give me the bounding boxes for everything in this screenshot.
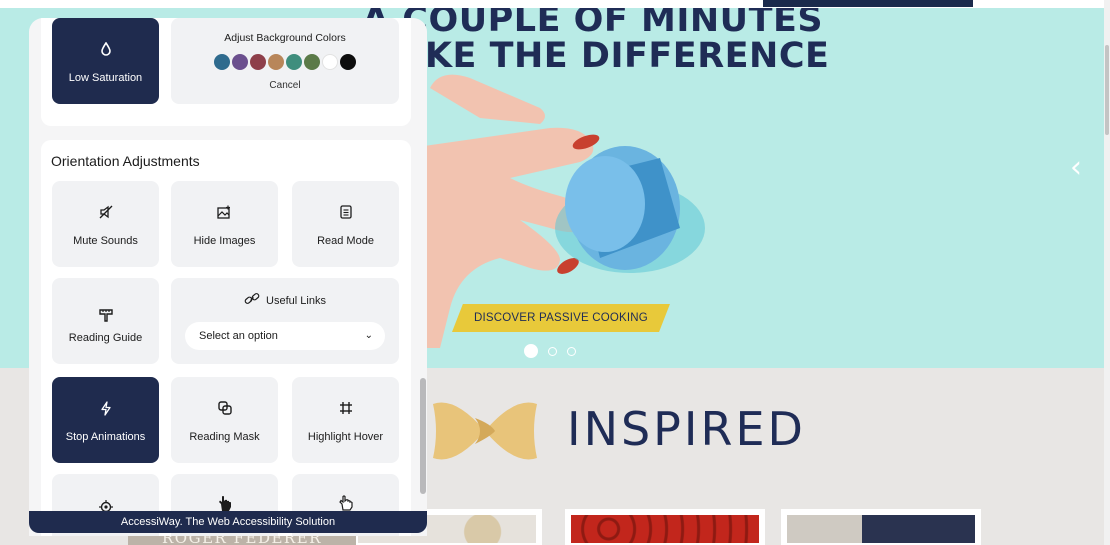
hero-title-line-2: MAKE THE DIFFERENCE: [362, 36, 830, 76]
color-swatch-3[interactable]: [250, 54, 266, 70]
mask-icon: [171, 399, 278, 417]
panel-scrollbar-thumb[interactable]: [420, 378, 426, 494]
chevron-left-icon[interactable]: ‹: [1070, 150, 1082, 185]
color-swatches: [171, 54, 399, 70]
useful-links-tile: Useful Links Select an option ⌄: [171, 278, 399, 364]
hide-images-label: Hide Images: [193, 235, 256, 247]
cancel-button[interactable]: Cancel: [171, 80, 399, 91]
orientation-adjustments-title: Orientation Adjustments: [51, 153, 200, 169]
header-bar: [763, 0, 973, 7]
link-icon: [244, 292, 260, 309]
image-off-icon: [171, 203, 278, 221]
color-swatch-5[interactable]: [286, 54, 302, 70]
useful-links-select[interactable]: Select an option ⌄: [185, 322, 385, 350]
discover-button[interactable]: DISCOVER PASSIVE COOKING: [452, 304, 670, 332]
droplet-icon: [52, 40, 159, 58]
inspired-title: INSPIRED: [567, 402, 806, 456]
reading-mask-label: Reading Mask: [189, 431, 260, 443]
ruler-icon: [52, 306, 159, 324]
color-swatch-6[interactable]: [304, 54, 320, 70]
stop-animations-label: Stop Animations: [65, 431, 146, 443]
color-swatch-7[interactable]: [322, 54, 338, 70]
useful-links-header: Useful Links: [171, 292, 399, 309]
low-saturation-label: Low Saturation: [68, 72, 143, 84]
white-hand-cursor-icon: [292, 494, 399, 512]
document-icon: [292, 203, 399, 221]
reading-guide-label: Reading Guide: [68, 332, 143, 344]
chevron-down-icon: ⌄: [364, 330, 373, 341]
color-swatch-8[interactable]: [340, 54, 356, 70]
color-swatch-2[interactable]: [232, 54, 248, 70]
accessibility-panel: Low Saturation Adjust Background Colors …: [29, 18, 427, 536]
content-card[interactable]: [781, 509, 981, 545]
hash-frame-icon: [292, 399, 399, 417]
background-colors-title: Adjust Background Colors: [224, 32, 346, 44]
low-saturation-button[interactable]: Low Saturation: [52, 18, 159, 104]
orientation-adjustments-card: Orientation Adjustments Mute Sounds Hide…: [41, 140, 411, 536]
reading-guide-button[interactable]: Reading Guide: [52, 278, 159, 364]
reading-mask-button[interactable]: Reading Mask: [171, 377, 278, 463]
color-swatch-1[interactable]: [214, 54, 230, 70]
carousel-dot-2[interactable]: [548, 346, 557, 356]
carousel-dot-1[interactable]: [524, 344, 538, 358]
hero-title-line-1: A COUPLE OF MINUTES: [362, 8, 824, 40]
volume-mute-icon: [52, 203, 159, 221]
useful-links-select-value: Select an option: [199, 330, 278, 342]
highlight-hover-button[interactable]: Highlight Hover: [292, 377, 399, 463]
accessiway-footer[interactable]: AccessiWay. The Web Accessibility Soluti…: [29, 511, 427, 533]
lightning-icon: [52, 399, 159, 417]
color-swatch-4[interactable]: [268, 54, 284, 70]
black-hand-cursor-icon: [171, 494, 278, 512]
mute-sounds-button[interactable]: Mute Sounds: [52, 181, 159, 267]
background-colors-tile: Adjust Background Colors Cancel: [171, 18, 399, 104]
hide-images-button[interactable]: Hide Images: [171, 181, 278, 267]
useful-links-label: Useful Links: [266, 294, 326, 307]
highlight-hover-label: Highlight Hover: [307, 431, 384, 443]
page-scrollbar-thumb[interactable]: [1105, 45, 1109, 135]
read-mode-label: Read Mode: [317, 235, 374, 247]
page: A COUPLE OF MINUTES MAKE THE DIFFERENCE …: [0, 0, 1110, 545]
color-adjustments-card: Low Saturation Adjust Background Colors …: [41, 18, 411, 126]
carousel-dots: [524, 344, 576, 358]
card-image: [571, 515, 759, 543]
card-image: [787, 515, 975, 543]
hero-title: A COUPLE OF MINUTES MAKE THE DIFFERENCE: [362, 8, 829, 74]
carousel-dot-3[interactable]: [567, 346, 576, 356]
farfalle-pasta-image: [433, 402, 537, 460]
read-mode-button[interactable]: Read Mode: [292, 181, 399, 267]
stop-animations-button[interactable]: Stop Animations: [52, 377, 159, 463]
mute-sounds-label: Mute Sounds: [73, 235, 138, 247]
content-card[interactable]: [565, 509, 765, 545]
